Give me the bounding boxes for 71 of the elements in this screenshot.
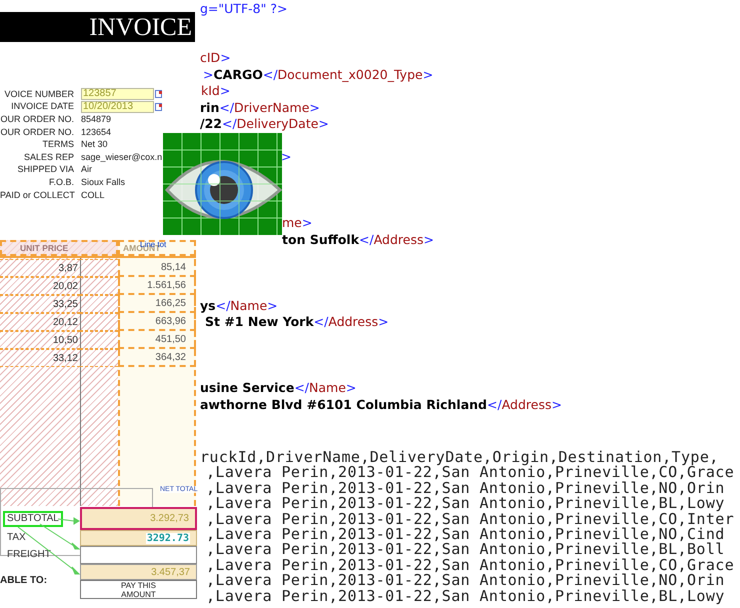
code-line: me> — [281, 216, 312, 232]
table-cell — [80, 277, 118, 295]
code-line: /22</DeliveryDate> — [200, 116, 329, 132]
table-cell: 85,14 — [118, 259, 196, 277]
code-line: cID> — [200, 50, 231, 66]
field-label: VOICE NUMBER — [3, 90, 75, 99]
input-field[interactable]: 123857 — [81, 88, 154, 100]
code-line: usine Service</Name> — [200, 380, 356, 396]
table-cell: 1.561,56 — [118, 277, 196, 295]
table-cell: 663,96 — [118, 313, 196, 331]
table-cell: 3,87 — [0, 259, 80, 277]
field-label: OUR ORDER NO. — [0, 128, 75, 137]
table-cell: 10,50 — [0, 331, 80, 349]
table-cell: 20,12 — [0, 313, 80, 331]
table-cell: 20,02 — [0, 277, 80, 295]
field-value: Air — [81, 165, 92, 174]
field-label: SALES REP — [22, 152, 75, 162]
field-label: F.O.B. — [48, 178, 75, 187]
grand-total-field: 3.457,37 — [80, 564, 197, 580]
field-label: OUR ORDER NO. — [0, 114, 75, 124]
table-cell — [80, 295, 118, 313]
code-line: St #1 New York</Address> — [204, 314, 389, 330]
csv-line: ,Lavera Perin,2013-01-22,San Antonio,Prineville,NO,Orin — [205, 480, 725, 496]
input-field[interactable]: 10/20/2013 — [81, 100, 154, 113]
csv-line: ruckId,DriverName,DeliveryDate,Origin,Destination,Type, — [199, 450, 719, 466]
total-label: TAX — [6, 531, 27, 545]
csv-line: ,Lavera Perin,2013-01-22,San Antonio,Prineville,NO,Orin — [205, 573, 725, 589]
code-line: awthorne Blvd #6101 Columbia Richland</Address> — [200, 397, 562, 413]
table-cell: 364,32 — [118, 349, 196, 367]
eye-icon — [163, 133, 282, 235]
code-line: rin</DriverName> — [200, 100, 320, 116]
table-cell: 33,12 — [0, 349, 80, 367]
csv-line: ,Lavera Perin,2013-01-22,San Antonio,Prineville,CO,Grace — [205, 558, 736, 574]
field-label: PAID or COLLECT — [0, 190, 76, 200]
csv-line: ,Lavera Perin,2013-01-22,San Antonio,Prineville,BL,Lowy — [205, 588, 726, 604]
field-label: SHIPPED VIA — [16, 165, 75, 174]
code-line: ys</Name> — [200, 298, 278, 314]
field-icon — [155, 102, 162, 111]
field-value: 123654 — [81, 128, 112, 137]
csv-line: ,Lavera Perin,2013-01-22,San Antonio,Prineville,BL,Boll — [205, 542, 726, 558]
code-line: >CARGO</Document_x0020_Type> — [202, 67, 434, 83]
table-cell — [80, 331, 118, 349]
code-line: kId> — [200, 84, 230, 100]
column-header: UNIT PRICE — [0, 240, 118, 256]
field-value: sage_wieser@cox.n — [81, 152, 162, 162]
code-line: ton Suffolk</Address> — [281, 232, 434, 248]
field-value: 854879 — [81, 114, 112, 124]
invoice-title: INVOICE — [89, 14, 192, 40]
table-cell: 33,25 — [0, 295, 80, 313]
payable-label: ABLE TO: — [0, 576, 48, 586]
caption-text: PAY THIS — [121, 580, 156, 590]
table-cell: 166,25 — [118, 295, 196, 313]
csv-line: ,Lavera Perin,2013-01-22,San Antonio,Prineville,CO,Inter — [205, 512, 736, 527]
table-cell — [80, 349, 118, 367]
csv-line: ,Lavera Perin,2013-01-22,San Antonio,Prineville,NO,Cind — [205, 526, 725, 542]
field-icon — [155, 90, 162, 98]
csv-line: ,Lavera Perin,2013-01-22,San Antonio,Prineville,CO,Grace — [206, 465, 736, 481]
field-label: INVOICE DATE — [10, 102, 75, 112]
field-label: TERMS — [42, 140, 75, 150]
caption-text: AMOUNT — [121, 590, 156, 598]
field-value: Net 30 — [81, 140, 108, 150]
total-label: FREIGHT — [6, 548, 52, 562]
code-line: g="UTF-8" ?> — [200, 1, 288, 17]
csv-line: ,Lavera Perin,2013-01-22,San Antonio,Prineville,BL,Lowy — [205, 496, 726, 512]
table-cell — [80, 313, 118, 331]
code-line: > — [280, 150, 292, 166]
total-field: 3.292,73 — [80, 507, 197, 530]
field-value: Sioux Falls — [81, 178, 126, 187]
field-value: COLL — [81, 190, 105, 200]
total-label: SUBTOTAL — [3, 510, 63, 526]
preview-value: 3292.73 — [146, 532, 190, 544]
